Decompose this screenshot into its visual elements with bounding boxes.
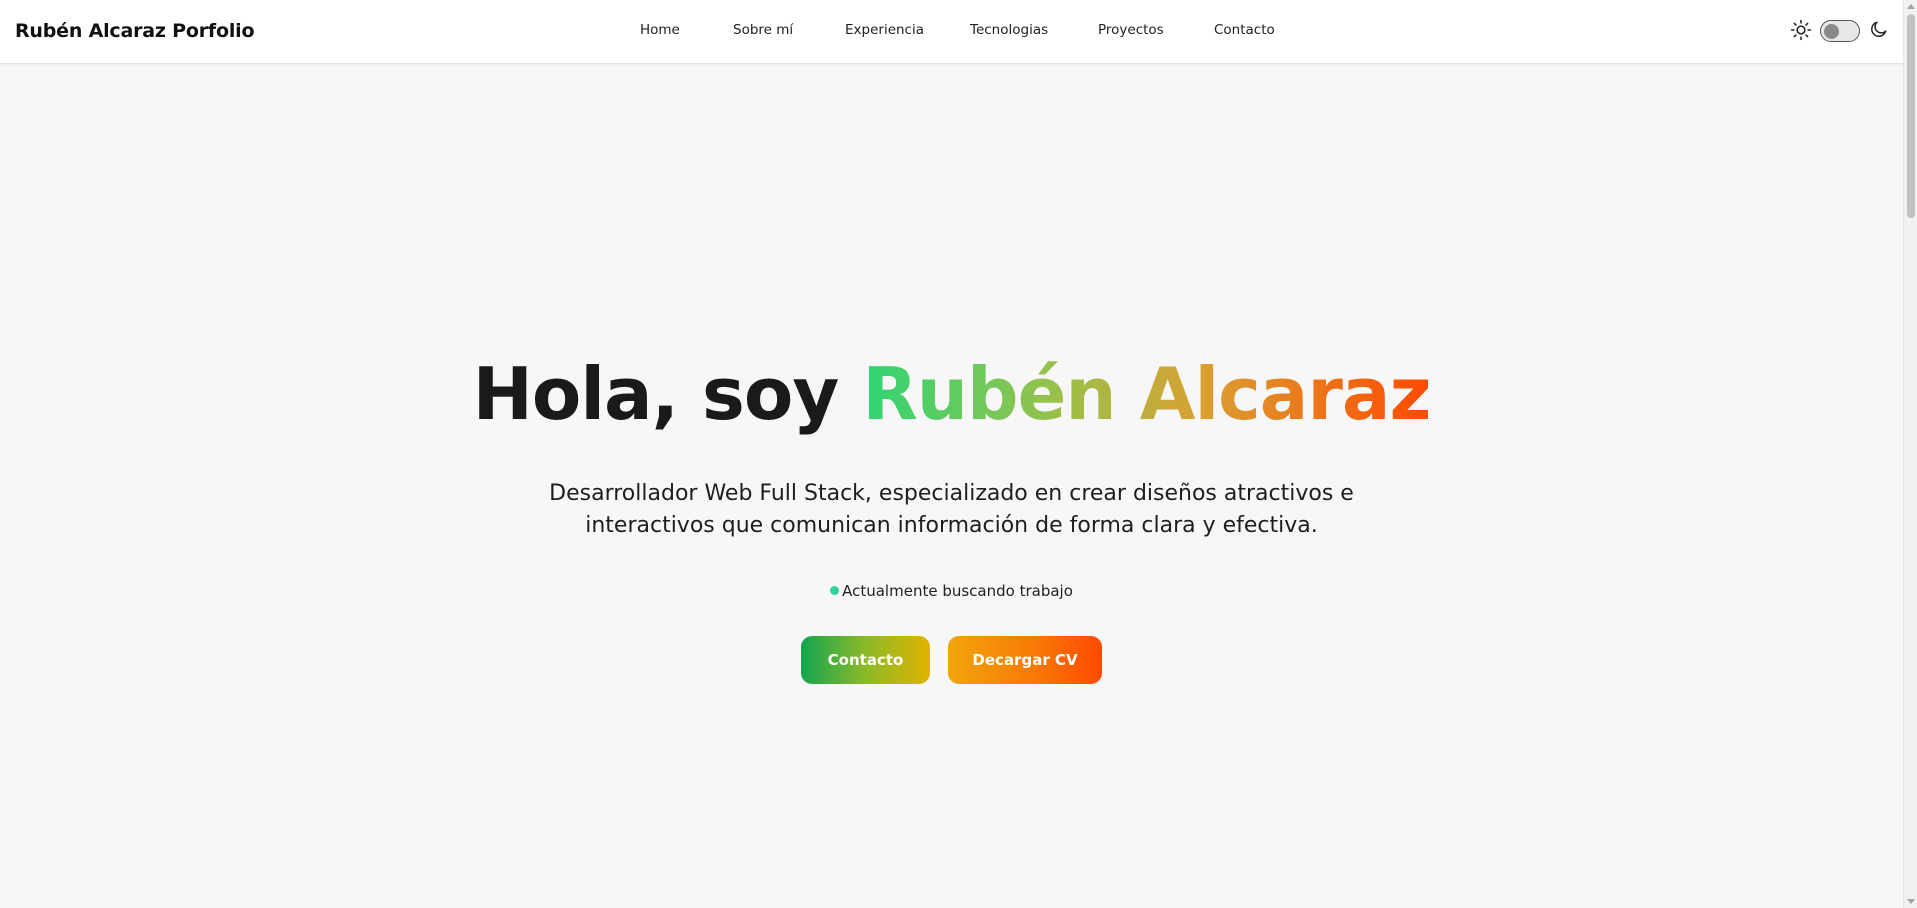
hero-name: Rubén Alcaraz: [862, 352, 1431, 436]
download-cv-button[interactable]: Decargar CV: [948, 636, 1102, 684]
hero-subtitle: Desarrollador Web Full Stack, especializ…: [540, 478, 1363, 542]
sun-icon: [1790, 19, 1812, 41]
status-dot-icon: [830, 586, 840, 595]
hero-title: Hola, soy Rubén Alcaraz: [0, 352, 1903, 436]
nav-home[interactable]: Home: [640, 22, 680, 38]
scroll-up-arrow-icon[interactable]: [1907, 4, 1915, 9]
page: Rubén Alcaraz Porfolio Home Sobre mí Exp…: [0, 0, 1917, 908]
dark-mode-toggle[interactable]: [1820, 20, 1860, 42]
nav-contacto[interactable]: Contacto: [1214, 22, 1275, 38]
moon-icon: [1871, 21, 1887, 37]
scrollbar-thumb[interactable]: [1907, 14, 1915, 218]
status-text: Actualmente buscando trabajo: [842, 582, 1073, 600]
nav-proyectos[interactable]: Proyectos: [1098, 22, 1164, 38]
theme-switcher: [1790, 18, 1890, 46]
site-header: Rubén Alcaraz Porfolio Home Sobre mí Exp…: [0, 0, 1903, 64]
nav-tecnologias[interactable]: Tecnologias: [970, 22, 1048, 38]
scroll-down-arrow-icon[interactable]: [1907, 899, 1915, 904]
availability-status: Actualmente buscando trabajo: [0, 582, 1903, 600]
main-nav: Home Sobre mí Experiencia Tecnologias Pr…: [0, 22, 1903, 42]
toggle-knob: [1824, 23, 1839, 39]
hero-subtitle-line-1: Desarrollador Web Full Stack, especializ…: [549, 481, 1354, 506]
hero-subtitle-line-2: interactivos que comunican información d…: [585, 513, 1318, 538]
nav-sobre-mi[interactable]: Sobre mí: [733, 22, 793, 38]
nav-experiencia[interactable]: Experiencia: [845, 22, 924, 38]
scrollbar[interactable]: [1903, 0, 1917, 908]
hero-greeting: Hola, soy: [472, 352, 863, 436]
contact-button[interactable]: Contacto: [801, 636, 930, 684]
